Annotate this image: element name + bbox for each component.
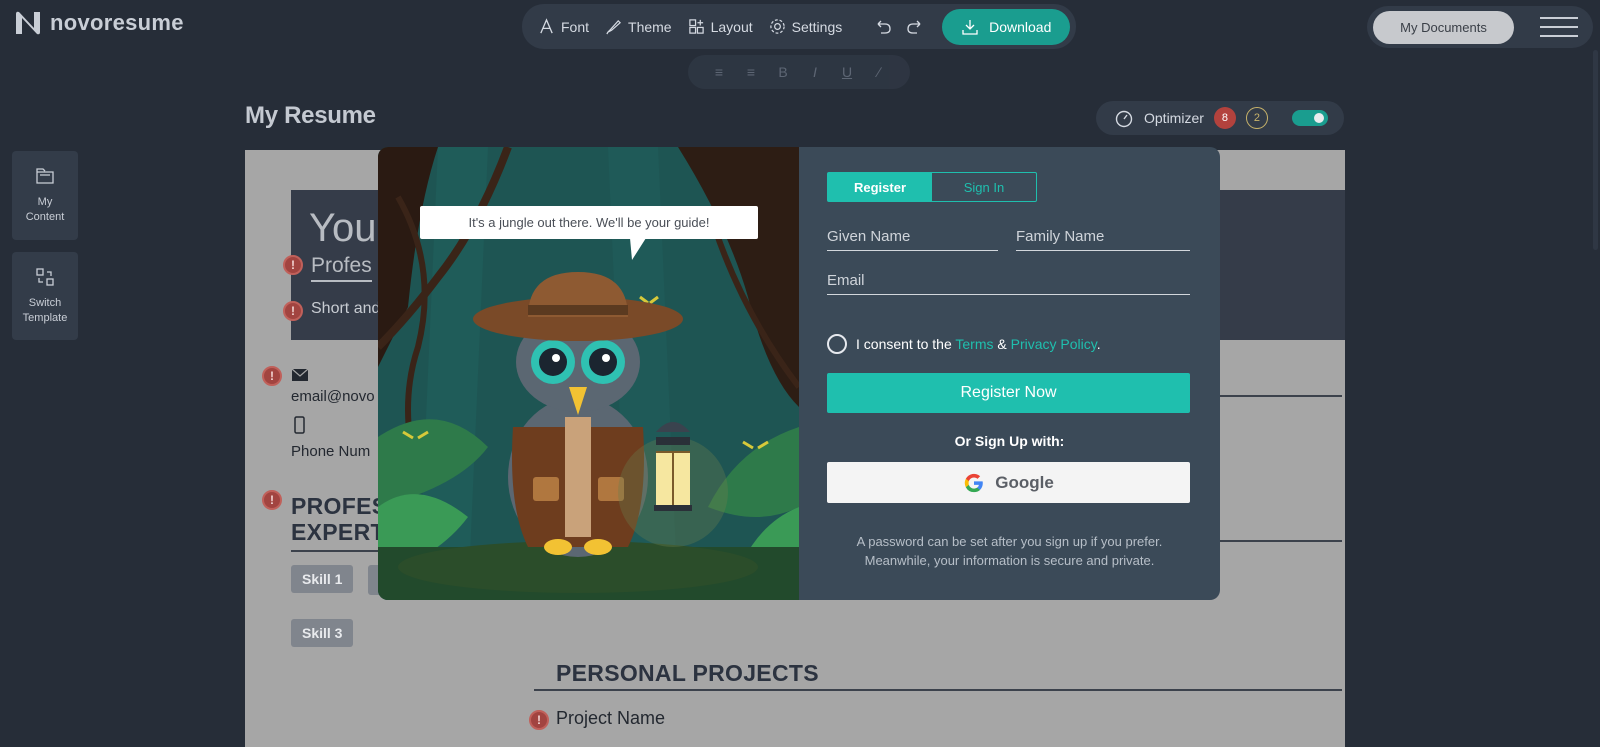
consent-suffix: . <box>1096 336 1101 352</box>
skills-section-heading[interactable]: PROFES EXPERT <box>291 493 387 545</box>
underline-button[interactable]: U <box>838 64 856 80</box>
skills-heading-line1: PROFES <box>291 493 388 519</box>
google-button-label: Google <box>995 472 1054 492</box>
page-scrollbar[interactable] <box>1593 50 1598 250</box>
consent-checkbox[interactable] <box>827 334 847 354</box>
tab-sign-in[interactable]: Sign In <box>932 173 1036 201</box>
skill-tag[interactable]: Skill 1 <box>291 565 354 593</box>
my-documents-button[interactable]: My Documents <box>1373 10 1514 44</box>
errors-count-badge: 8 <box>1213 107 1236 129</box>
header-right-controls: My Documents <box>1367 6 1593 48</box>
bold-button[interactable]: B <box>774 64 792 80</box>
warnings-count-badge: 2 <box>1245 107 1268 129</box>
optimizer-label: Optimizer <box>1144 110 1204 126</box>
family-name-field[interactable] <box>1016 228 1190 251</box>
given-name-field[interactable] <box>827 228 998 251</box>
resume-phone[interactable]: Phone Num <box>291 443 370 460</box>
register-modal: It's a jungle out there. We'll be your g… <box>378 147 1220 600</box>
sidebar-item-switch-template[interactable]: Switch Template <box>12 252 78 340</box>
section-divider <box>534 689 1342 691</box>
sidebar-item-my-content[interactable]: My Content <box>12 151 78 240</box>
speech-bubble-tail <box>630 238 646 260</box>
text-format-bar: ≡ ≡ B I U ∕ <box>688 55 910 89</box>
consent-amp: & <box>997 336 1007 352</box>
warning-icon: ! <box>283 255 303 275</box>
download-label: Download <box>989 18 1052 35</box>
settings-label: Settings <box>791 18 843 35</box>
layout-icon <box>688 19 704 34</box>
google-signup-button[interactable]: Google <box>827 462 1190 503</box>
sidebar-item-label: My Content <box>25 196 65 223</box>
privacy-policy-link[interactable]: Privacy Policy <box>1011 336 1097 352</box>
resume-name[interactable]: You <box>309 206 377 251</box>
password-note-line2: Meanwhile, your information is secure an… <box>864 553 1155 568</box>
page-title: My Resume <box>245 102 376 129</box>
password-note: A password can be set after you sign up … <box>799 532 1220 570</box>
envelope-icon <box>291 368 309 381</box>
speedometer-icon <box>1115 110 1133 128</box>
theme-button[interactable]: Theme <box>605 18 672 35</box>
align-justify-icon[interactable]: ≡ <box>742 64 760 80</box>
brand-name: novoresume <box>50 10 184 35</box>
warning-icon: ! <box>529 710 549 730</box>
layout-button[interactable]: Layout <box>688 18 753 35</box>
resume-summary[interactable]: Short and <box>311 300 380 318</box>
download-icon <box>962 19 978 35</box>
warning-icon: ! <box>283 301 303 321</box>
optimizer-toggle[interactable] <box>1291 110 1328 126</box>
optimizer-panel[interactable]: Optimizer 8 2 <box>1096 101 1344 135</box>
switch-template-icon <box>36 268 54 286</box>
undo-icon[interactable] <box>874 18 892 36</box>
owl-speech-bubble: It's a jungle out there. We'll be your g… <box>420 206 758 239</box>
section-divider <box>1218 395 1342 397</box>
project-name[interactable]: Project Name <box>556 708 665 729</box>
skills-heading-line2: EXPERT <box>291 519 385 545</box>
brand-logo[interactable]: novoresume <box>14 10 184 36</box>
projects-section-heading[interactable]: PERSONAL PROJECTS <box>556 660 819 686</box>
resume-profession[interactable]: Profes <box>311 254 372 282</box>
editor-toolbar: Font Theme Layout Settings Download <box>522 4 1076 49</box>
auth-tabs: Register Sign In <box>827 172 1037 202</box>
warning-icon: ! <box>262 366 282 386</box>
tab-register[interactable]: Register <box>828 173 932 201</box>
consent-prefix: I consent to the <box>856 336 952 352</box>
modal-illustration: It's a jungle out there. We'll be your g… <box>378 147 799 600</box>
google-icon <box>965 473 984 492</box>
gear-icon <box>769 19 785 34</box>
brush-icon <box>606 19 622 35</box>
skill-tag[interactable]: Skill 3 <box>291 619 354 647</box>
font-label: Font <box>561 18 590 35</box>
phone-icon <box>294 416 305 434</box>
settings-button[interactable]: Settings <box>769 18 843 35</box>
theme-label: Theme <box>628 18 672 35</box>
font-icon <box>540 18 553 34</box>
layout-label: Layout <box>710 18 753 35</box>
register-form-panel: Register Sign In I consent to the Terms … <box>799 147 1220 600</box>
consent-text: I consent to the Terms & Privacy Policy. <box>856 336 1101 352</box>
align-left-icon[interactable]: ≡ <box>710 64 728 80</box>
resume-email[interactable]: email@novo <box>291 388 375 405</box>
terms-link[interactable]: Terms <box>955 336 993 352</box>
font-button[interactable]: Font <box>538 18 589 35</box>
menu-icon[interactable] <box>1540 17 1578 37</box>
novoresume-logo-icon <box>16 11 40 35</box>
password-note-line1: A password can be set after you sign up … <box>856 534 1163 549</box>
download-button[interactable]: Download <box>942 8 1071 45</box>
folder-icon <box>36 168 54 184</box>
link-icon[interactable]: ∕ <box>870 64 888 80</box>
or-sign-up-with-label: Or Sign Up with: <box>954 433 1065 449</box>
section-divider <box>1218 540 1342 542</box>
register-now-button[interactable]: Register Now <box>827 373 1190 413</box>
sidebar-item-label: Switch Template <box>22 297 68 324</box>
email-field[interactable] <box>827 272 1190 295</box>
italic-button[interactable]: I <box>806 64 824 80</box>
redo-icon[interactable] <box>906 18 924 36</box>
consent-row: I consent to the Terms & Privacy Policy. <box>827 334 1101 354</box>
warning-icon: ! <box>262 490 282 510</box>
